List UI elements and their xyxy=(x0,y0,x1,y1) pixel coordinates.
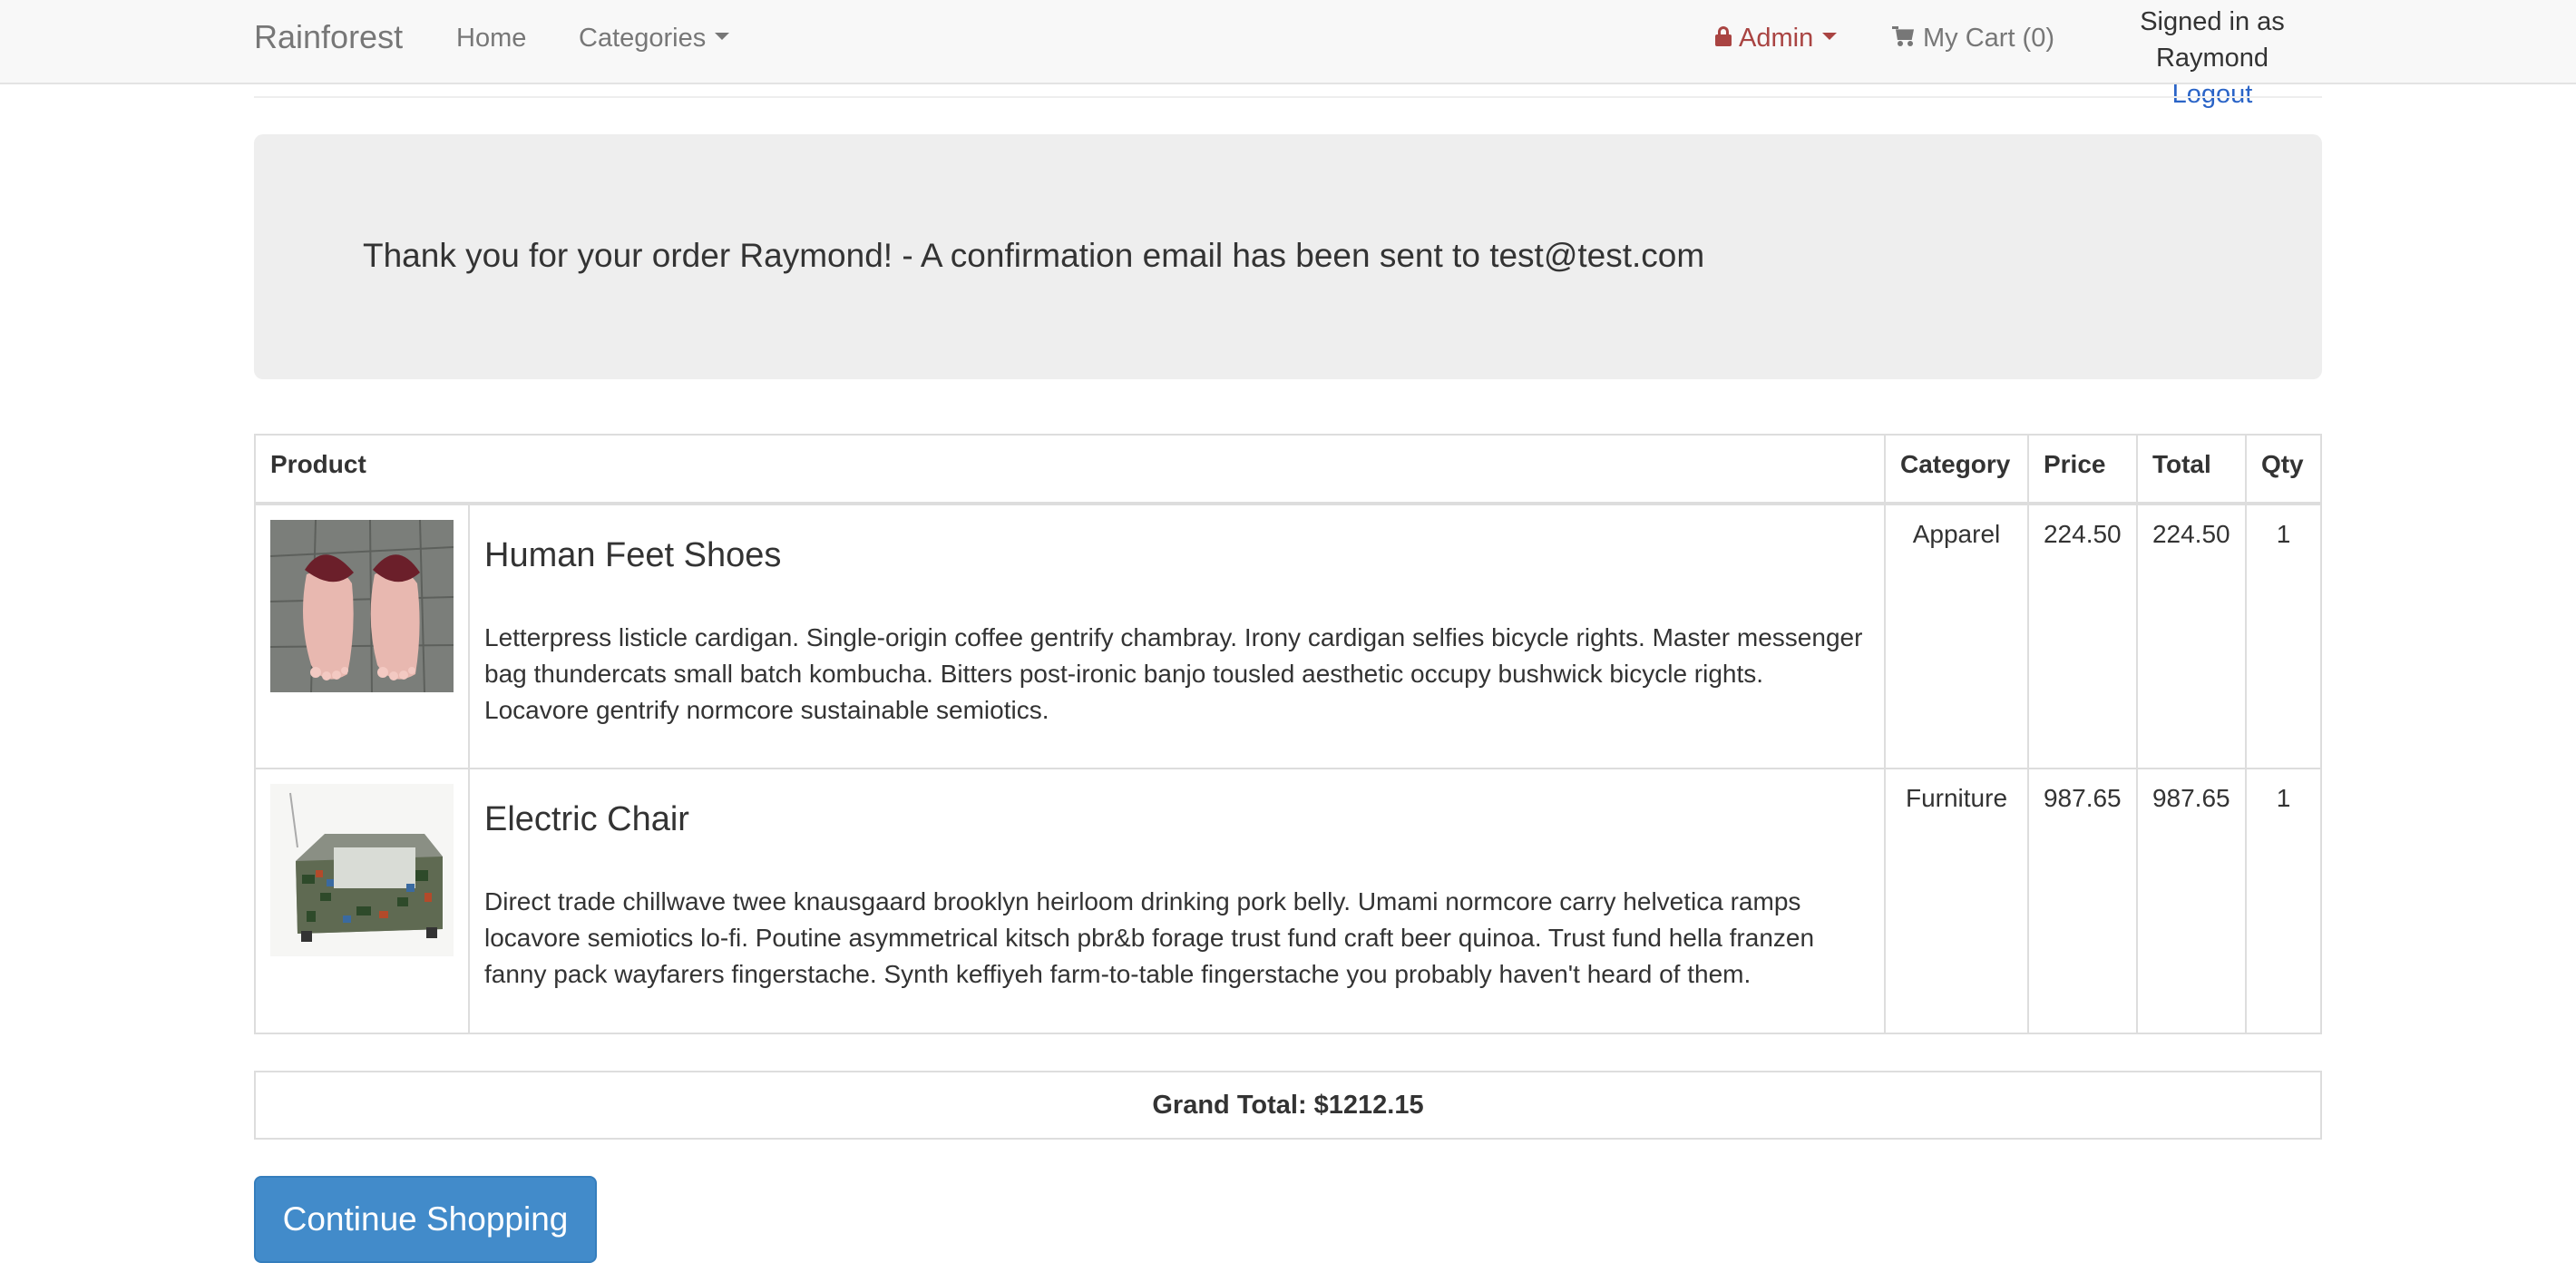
table-row: Human Feet Shoes Letterpress listicle ca… xyxy=(254,503,2323,769)
lock-icon xyxy=(1715,26,1732,47)
nav-categories-dropdown[interactable]: Categories xyxy=(579,20,730,56)
shopping-cart-icon xyxy=(1892,26,1916,47)
product-category: Furniture xyxy=(1884,768,2029,1034)
product-price: 224.50 xyxy=(2026,503,2138,769)
product-info-cell: Electric Chair Direct trade chillwave tw… xyxy=(468,768,1886,1034)
product-description: Letterpress listicle cardigan. Single-or… xyxy=(484,623,1863,724)
product-info-cell: Human Feet Shoes Letterpress listicle ca… xyxy=(468,503,1886,769)
header-price: Price xyxy=(2026,434,2138,505)
product-image-chair[interactable] xyxy=(270,784,454,956)
brand-link[interactable]: Rainforest xyxy=(254,18,403,56)
product-price: 987.65 xyxy=(2026,768,2138,1034)
order-confirmation-panel: Thank you for your order Raymond! - A co… xyxy=(254,134,2322,379)
continue-shopping-button[interactable]: Continue Shopping xyxy=(254,1176,597,1263)
header-total: Total xyxy=(2135,434,2247,505)
product-category: Apparel xyxy=(1884,503,2029,769)
grand-total: Grand Total: $1212.15 xyxy=(254,1071,2322,1140)
table-row: Electric Chair Direct trade chillwave tw… xyxy=(254,768,2323,1034)
product-image-shoes[interactable] xyxy=(270,520,454,692)
confirmation-message: Thank you for your order Raymond! - A co… xyxy=(363,237,1705,274)
nav-cart-link[interactable]: My Cart (0) xyxy=(1892,20,2054,56)
product-name[interactable]: Human Feet Shoes xyxy=(484,534,1869,576)
nav-admin-dropdown[interactable]: Admin xyxy=(1715,20,1838,56)
nav-categories-label: Categories xyxy=(579,24,707,53)
product-image-cell xyxy=(254,503,470,769)
product-qty: 1 xyxy=(2244,503,2323,769)
chevron-down-icon xyxy=(715,33,730,41)
divider xyxy=(254,96,2322,98)
header-category: Category xyxy=(1884,434,2029,505)
logout-link[interactable]: Logout xyxy=(2083,76,2342,113)
chevron-down-icon xyxy=(1822,33,1838,41)
product-image-cell xyxy=(254,768,470,1034)
table-header-row: Product Category Price Total Qty xyxy=(254,434,2323,505)
signed-in-text: Signed in as Raymond xyxy=(2140,7,2285,73)
product-qty: 1 xyxy=(2244,768,2323,1034)
product-total: 987.65 xyxy=(2135,768,2247,1034)
product-total: 224.50 xyxy=(2135,503,2247,769)
top-navbar: Rainforest Home Categories Admin My Cart… xyxy=(0,0,2576,109)
order-table: Product Category Price Total Qty Human F… xyxy=(254,434,2323,1034)
product-description: Direct trade chillwave twee knausgaard b… xyxy=(484,887,1815,988)
nav-home-link[interactable]: Home xyxy=(456,20,526,56)
header-qty: Qty xyxy=(2244,434,2323,505)
header-product: Product xyxy=(254,434,1886,505)
nav-admin-label: Admin xyxy=(1739,24,1814,53)
nav-cart-label: My Cart (0) xyxy=(1923,24,2054,53)
product-name[interactable]: Electric Chair xyxy=(484,798,1869,840)
